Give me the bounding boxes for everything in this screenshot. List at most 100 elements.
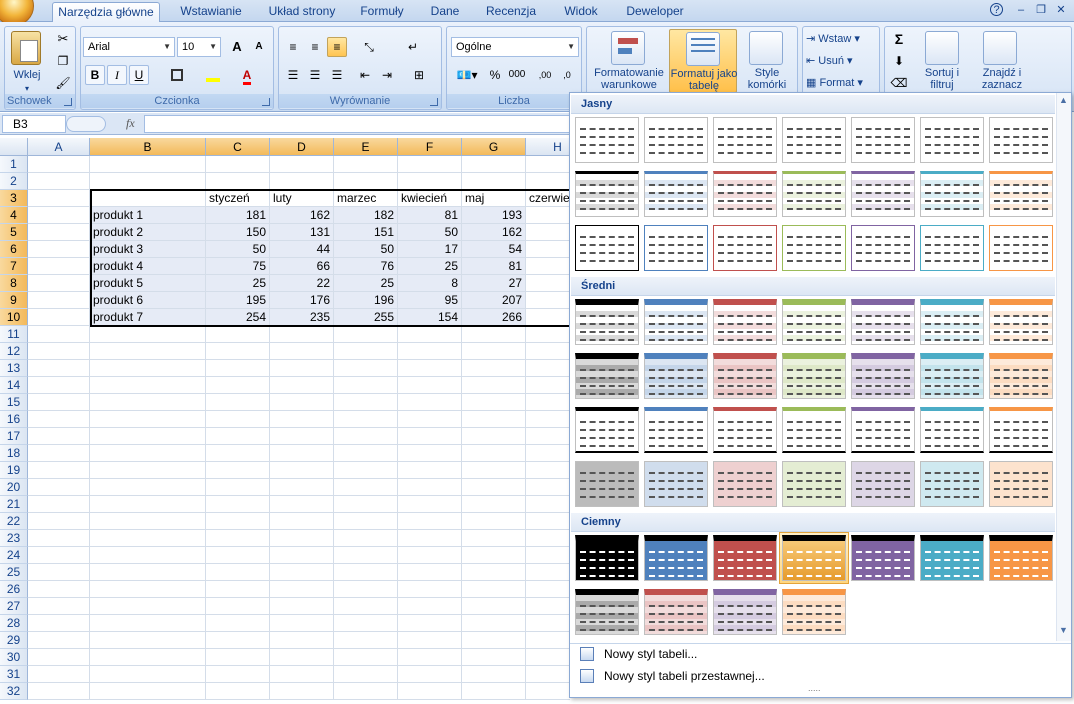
row-header-5[interactable]: 5 (0, 224, 28, 241)
minimize-icon[interactable]: – (1014, 3, 1028, 17)
grid-cell[interactable] (270, 462, 334, 479)
grid-cell[interactable] (398, 649, 462, 666)
row-header-14[interactable]: 14 (0, 377, 28, 394)
tab-home[interactable]: Narzędzia główne (52, 2, 160, 22)
grid-cell[interactable] (28, 496, 90, 513)
grid-cell[interactable]: czerwie (526, 190, 570, 207)
grid-cell[interactable] (462, 513, 526, 530)
grid-cell[interactable] (90, 598, 206, 615)
grid-cell[interactable] (28, 462, 90, 479)
grid-cell[interactable]: 81 (462, 258, 526, 275)
grid-cell[interactable] (398, 598, 462, 615)
column-header-e[interactable]: E (334, 138, 398, 156)
shrink-font-button[interactable]: A (249, 37, 269, 57)
table-style-swatch[interactable] (575, 225, 639, 271)
font-dialog-launcher-icon[interactable] (262, 98, 270, 106)
grid-cell[interactable] (334, 462, 398, 479)
table-style-swatch[interactable] (782, 589, 846, 635)
grid-cell[interactable] (526, 224, 570, 241)
grid-cell[interactable]: 151 (334, 224, 398, 241)
grid-cell[interactable] (270, 649, 334, 666)
align-left-icon[interactable]: ☰ (283, 65, 303, 85)
grid-cell[interactable]: 193 (462, 207, 526, 224)
table-style-swatch[interactable] (575, 299, 639, 345)
grid-cell[interactable]: 81 (398, 207, 462, 224)
grid-cell[interactable] (90, 326, 206, 343)
grid-cell[interactable]: 207 (462, 292, 526, 309)
table-style-swatch[interactable] (575, 535, 639, 581)
row-header-7[interactable]: 7 (0, 258, 28, 275)
insert-cells-button[interactable]: ⇥ Wstaw ▾ (805, 29, 879, 49)
grid-cell[interactable] (334, 649, 398, 666)
table-style-swatch[interactable] (989, 117, 1053, 163)
align-center-icon[interactable]: ☰ (305, 65, 325, 85)
grid-cell[interactable]: 25 (334, 275, 398, 292)
grid-cell[interactable] (526, 207, 570, 224)
grid-cell[interactable] (206, 343, 270, 360)
grid-cell[interactable] (526, 258, 570, 275)
table-style-swatch[interactable] (713, 225, 777, 271)
grid-cell[interactable] (206, 513, 270, 530)
grid-cell[interactable] (398, 632, 462, 649)
table-style-swatch[interactable] (644, 299, 708, 345)
grid-cell[interactable] (206, 411, 270, 428)
grid-cell[interactable] (28, 326, 90, 343)
grid-cell[interactable] (206, 530, 270, 547)
grid-cell[interactable] (206, 683, 270, 700)
grid-cell[interactable] (206, 649, 270, 666)
grid-cell[interactable]: 8 (398, 275, 462, 292)
grid-cell[interactable]: 75 (206, 258, 270, 275)
grid-cell[interactable] (90, 683, 206, 700)
row-header-3[interactable]: 3 (0, 190, 28, 207)
grid-cell[interactable] (462, 445, 526, 462)
grid-cell[interactable]: 76 (334, 258, 398, 275)
grow-font-button[interactable]: A (227, 37, 247, 57)
row-header-24[interactable]: 24 (0, 547, 28, 564)
conditional-formatting-button[interactable]: Formatowanie warunkowe (587, 67, 671, 91)
grid-cell[interactable] (28, 258, 90, 275)
grid-cell[interactable] (28, 445, 90, 462)
grid-cell[interactable]: 162 (270, 207, 334, 224)
name-box[interactable]: B3 (2, 115, 66, 133)
grid-cell[interactable] (462, 530, 526, 547)
grid-cell[interactable] (398, 496, 462, 513)
row-header-10[interactable]: 10 (0, 309, 28, 326)
grid-cell[interactable] (398, 530, 462, 547)
autosum-button[interactable]: Σ (889, 29, 909, 49)
gallery-scrollbar[interactable]: ▲ ▼ (1056, 93, 1071, 641)
column-header-d[interactable]: D (270, 138, 334, 156)
grid-cell[interactable] (398, 156, 462, 173)
grid-cell[interactable] (462, 156, 526, 173)
row-header-19[interactable]: 19 (0, 462, 28, 479)
grid-cell[interactable] (28, 649, 90, 666)
percent-button[interactable]: % (485, 65, 505, 85)
grid-cell[interactable] (398, 564, 462, 581)
column-header-g[interactable]: G (462, 138, 526, 156)
grid-cell[interactable]: 66 (270, 258, 334, 275)
table-style-swatch[interactable] (989, 407, 1053, 453)
table-style-swatch[interactable] (851, 353, 915, 399)
grid-cell[interactable] (270, 377, 334, 394)
format-as-table-button[interactable]: Formatuj jako tabelę (669, 29, 737, 93)
name-box-splitter[interactable] (66, 116, 106, 132)
grid-cell[interactable]: 95 (398, 292, 462, 309)
tab-data[interactable]: Dane (422, 2, 468, 22)
wrap-text-icon[interactable]: ↵ (403, 37, 423, 57)
grid-cell[interactable] (526, 513, 570, 530)
grid-cell[interactable]: 176 (270, 292, 334, 309)
table-style-swatch[interactable] (575, 461, 639, 507)
grid-cell[interactable]: 254 (206, 309, 270, 326)
grid-cell[interactable] (462, 462, 526, 479)
new-table-style-item[interactable]: Nowy styl tabeli... (572, 643, 1069, 665)
grid-cell[interactable] (526, 377, 570, 394)
grid-cell[interactable]: 25 (206, 275, 270, 292)
scroll-down-icon[interactable]: ▼ (1059, 625, 1068, 635)
table-style-swatch[interactable] (851, 117, 915, 163)
grid-cell[interactable] (206, 428, 270, 445)
grid-cell[interactable] (526, 241, 570, 258)
number-format-combo[interactable]: Ogólne ▼ (451, 37, 579, 57)
grid-cell[interactable] (90, 564, 206, 581)
grid-cell[interactable] (526, 326, 570, 343)
grid-cell[interactable]: 54 (462, 241, 526, 258)
tab-page-layout[interactable]: Układ strony (262, 2, 342, 22)
